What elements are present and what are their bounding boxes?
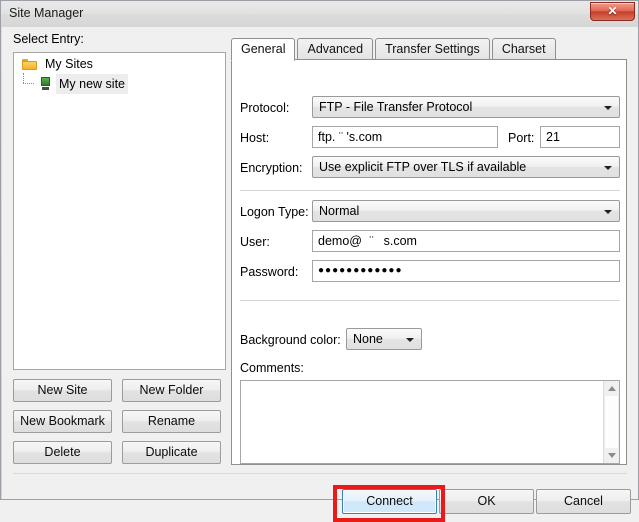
tree-item-label: My new site	[56, 73, 128, 94]
chevron-down-icon	[604, 210, 612, 214]
background-color-selected-value: None	[353, 332, 383, 346]
duplicate-button[interactable]: Duplicate	[122, 441, 221, 464]
footer-divider	[13, 473, 627, 474]
logon-type-label: Logon Type:	[240, 205, 309, 219]
tab-charset[interactable]: Charset	[491, 38, 556, 60]
password-label: Password:	[240, 265, 299, 279]
protocol-selected-value: FTP - File Transfer Protocol	[319, 100, 473, 114]
connect-button[interactable]: Connect	[342, 489, 437, 514]
select-entry-label: Select Entry:	[13, 32, 84, 46]
folder-icon	[22, 58, 37, 70]
background-color-label: Background color:	[240, 333, 341, 347]
encryption-selected-value: Use explicit FTP over TLS if available	[319, 160, 527, 174]
scroll-down-icon[interactable]	[604, 448, 619, 463]
chevron-down-icon	[604, 166, 612, 170]
title-bar: Site Manager ✕	[1, 1, 638, 27]
new-bookmark-button[interactable]: New Bookmark	[13, 410, 112, 433]
divider-bottom	[240, 300, 620, 301]
new-site-button[interactable]: New Site	[13, 379, 112, 402]
rename-button[interactable]: Rename	[122, 410, 221, 433]
scrollbar-track[interactable]	[604, 396, 619, 448]
tree-item-my-sites[interactable]: My Sites	[14, 53, 225, 73]
password-input[interactable]: ●●●●●●●●●●●●	[312, 260, 620, 282]
chevron-down-icon	[604, 106, 612, 110]
comments-label: Comments:	[240, 361, 304, 375]
protocol-select[interactable]: FTP - File Transfer Protocol	[312, 96, 620, 118]
tab-general[interactable]: General	[231, 38, 296, 61]
encryption-select[interactable]: Use explicit FTP over TLS if available	[312, 156, 620, 178]
background-color-select[interactable]: None	[346, 328, 422, 350]
window-title: Site Manager	[9, 6, 84, 20]
tree-item-label: My Sites	[45, 56, 93, 71]
logon-type-select[interactable]: Normal	[312, 200, 620, 222]
comments-scrollbar[interactable]	[603, 381, 619, 463]
port-label: Port:	[508, 131, 535, 145]
tab-transfer-settings[interactable]: Transfer Settings	[375, 38, 490, 60]
tree-item-my-new-site[interactable]: My new site	[14, 73, 225, 94]
encryption-label: Encryption:	[240, 161, 303, 175]
chevron-down-icon	[406, 338, 414, 342]
new-folder-button[interactable]: New Folder	[122, 379, 221, 402]
user-input[interactable]: demo@ ¨ s.com	[312, 230, 620, 252]
host-label: Host:	[240, 131, 270, 145]
server-icon	[40, 77, 51, 91]
host-input[interactable]: ftp. ¨ 's.com	[312, 126, 498, 148]
logon-type-selected-value: Normal	[319, 204, 360, 218]
scroll-up-icon[interactable]	[604, 381, 619, 396]
close-icon: ✕	[607, 4, 618, 18]
dialog-client-area: Select Entry: My Sites My new site New S…	[2, 27, 638, 522]
tab-advanced[interactable]: Advanced	[297, 38, 374, 60]
site-tree[interactable]: My Sites My new site	[13, 52, 226, 370]
comments-textarea[interactable]	[240, 380, 620, 464]
general-tab-panel: Protocol: FTP - File Transfer Protocol H…	[231, 59, 627, 465]
site-manager-dialog: Site Manager ✕ Select Entry: My Sites My…	[0, 0, 639, 522]
close-button[interactable]: ✕	[590, 2, 635, 21]
divider-top	[240, 190, 620, 191]
port-input[interactable]: 21	[540, 126, 620, 148]
cancel-button[interactable]: Cancel	[536, 489, 631, 514]
ok-button[interactable]: OK	[439, 489, 534, 514]
user-label: User:	[240, 235, 270, 249]
protocol-label: Protocol:	[240, 101, 290, 115]
tab-strip: General Advanced Transfer Settings Chars…	[231, 38, 558, 61]
delete-button[interactable]: Delete	[13, 441, 112, 464]
tree-connector-icon	[23, 73, 37, 93]
